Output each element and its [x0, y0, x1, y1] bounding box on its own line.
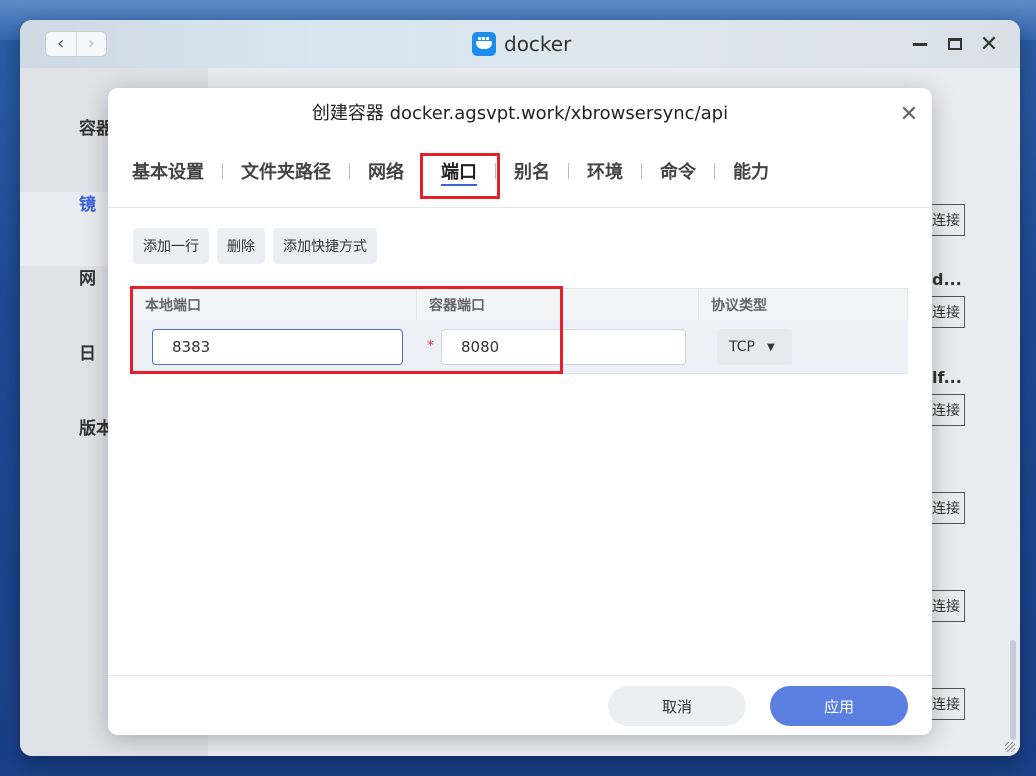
- connect-button[interactable]: 连接: [932, 394, 965, 426]
- divider: [108, 207, 932, 208]
- maximize-button[interactable]: [943, 32, 967, 56]
- add-shortcut-button[interactable]: 添加快捷方式: [273, 228, 377, 264]
- apply-button[interactable]: 应用: [770, 686, 908, 726]
- tab-separator: [222, 163, 223, 179]
- tab-separator: [568, 163, 569, 179]
- dialog-close-button[interactable]: ✕: [899, 101, 919, 127]
- tab-environment[interactable]: 环境: [587, 154, 623, 188]
- tab-network[interactable]: 网络: [368, 154, 404, 188]
- sidebar-item-logs[interactable]: 日: [79, 339, 96, 364]
- resize-grip[interactable]: [1005, 742, 1015, 752]
- card-name: lf...: [932, 368, 962, 387]
- header-protocol: 协议类型: [698, 288, 908, 321]
- connect-button[interactable]: 连接: [932, 688, 965, 720]
- close-icon: ✕: [899, 101, 919, 127]
- tab-capabilities[interactable]: 能力: [733, 154, 769, 188]
- footer-divider: [108, 675, 932, 676]
- chevron-right-icon: ›: [87, 33, 95, 54]
- tab-command[interactable]: 命令: [660, 154, 696, 188]
- annotation-highlight-ports: [130, 286, 563, 374]
- docker-logo-icon: [472, 32, 496, 56]
- ports-toolbar: 添加一行 删除 添加快捷方式: [133, 228, 377, 264]
- nav-buttons: ‹ ›: [45, 31, 107, 57]
- sidebar-item-network[interactable]: 网: [79, 264, 96, 289]
- caret-down-icon: ▼: [766, 341, 775, 353]
- tab-separator: [349, 163, 350, 179]
- tab-alias[interactable]: 别名: [514, 154, 550, 188]
- add-row-button[interactable]: 添加一行: [133, 228, 209, 264]
- card-name: d...: [932, 270, 962, 289]
- minimize-button[interactable]: [908, 32, 932, 56]
- cancel-button[interactable]: 取消: [608, 686, 746, 726]
- close-icon: ✕: [979, 31, 999, 57]
- close-window-button[interactable]: ✕: [977, 31, 1001, 57]
- forward-button[interactable]: ›: [75, 32, 107, 56]
- delete-button[interactable]: 删除: [217, 228, 265, 264]
- app-title: docker: [472, 31, 571, 57]
- scrollbar[interactable]: [1010, 640, 1016, 740]
- maximize-icon: [948, 38, 962, 50]
- chevron-left-icon: ‹: [57, 33, 65, 54]
- tab-basic-settings[interactable]: 基本设置: [132, 154, 204, 188]
- app-name: docker: [504, 32, 572, 56]
- annotation-highlight-tab: [420, 153, 500, 199]
- protocol-value: TCP: [729, 339, 755, 355]
- protocol-select[interactable]: TCP ▼: [717, 329, 792, 365]
- create-container-dialog: 创建容器 docker.agsvpt.work/xbrowsersync/api…: [108, 88, 932, 735]
- connect-button[interactable]: 连接: [932, 296, 965, 328]
- dialog-title: 创建容器 docker.agsvpt.work/xbrowsersync/api: [311, 103, 729, 124]
- connect-button[interactable]: 连接: [932, 590, 965, 622]
- titlebar: ‹ › docker ✕: [20, 20, 1020, 68]
- connect-button[interactable]: 连接: [932, 492, 965, 524]
- tab-folder-path[interactable]: 文件夹路径: [241, 154, 331, 188]
- back-button[interactable]: ‹: [46, 32, 76, 56]
- minimize-icon: [913, 42, 927, 46]
- sidebar-item-images[interactable]: 镜: [79, 190, 96, 215]
- tab-separator: [714, 163, 715, 179]
- tab-separator: [641, 163, 642, 179]
- connect-button[interactable]: 连接: [932, 204, 965, 236]
